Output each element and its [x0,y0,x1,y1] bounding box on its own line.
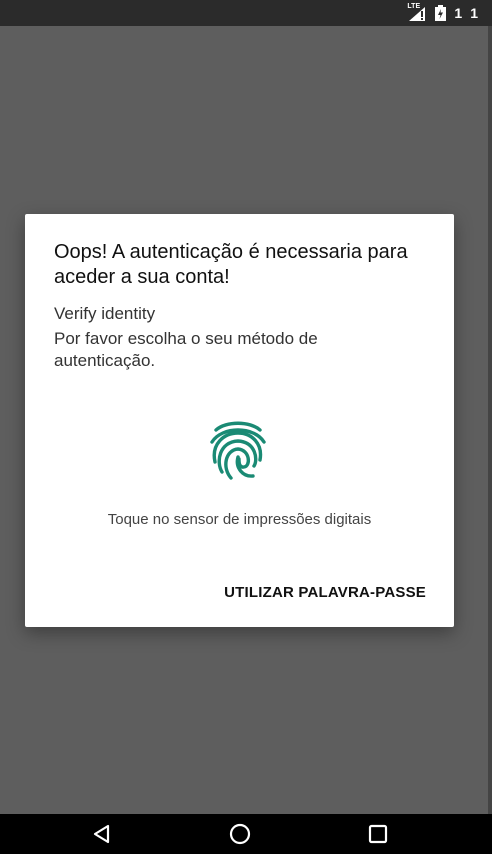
sensor-hint-text: Toque no sensor de impressões digitais [107,511,372,528]
authentication-dialog: Oops! A autenticação é necessaria para a… [25,214,454,627]
navigation-bar [0,814,492,854]
status-icons: LTE 1 1 [407,3,478,22]
back-icon[interactable] [90,822,114,846]
home-icon[interactable] [228,822,252,846]
use-password-button[interactable]: UTILIZAR PALAVRA-PASSE [224,584,426,601]
dialog-title: Oops! A autenticação é necessaria para a… [54,241,408,288]
status-indicator-1: 1 [454,5,463,21]
battery-charging-icon [435,5,447,21]
scrim-edge [488,26,492,814]
recents-icon[interactable] [366,822,390,846]
fingerprint-icon [208,416,268,482]
signal-icon: LTE [407,3,427,21]
status-bar: LTE 1 1 [0,0,492,26]
network-type-label: LTE [407,3,421,10]
dialog-description: Por favor escolha o seu método de autent… [54,329,318,370]
status-indicator-2: 1 [470,5,478,21]
dialog-subtitle: Verify identity [54,304,156,323]
